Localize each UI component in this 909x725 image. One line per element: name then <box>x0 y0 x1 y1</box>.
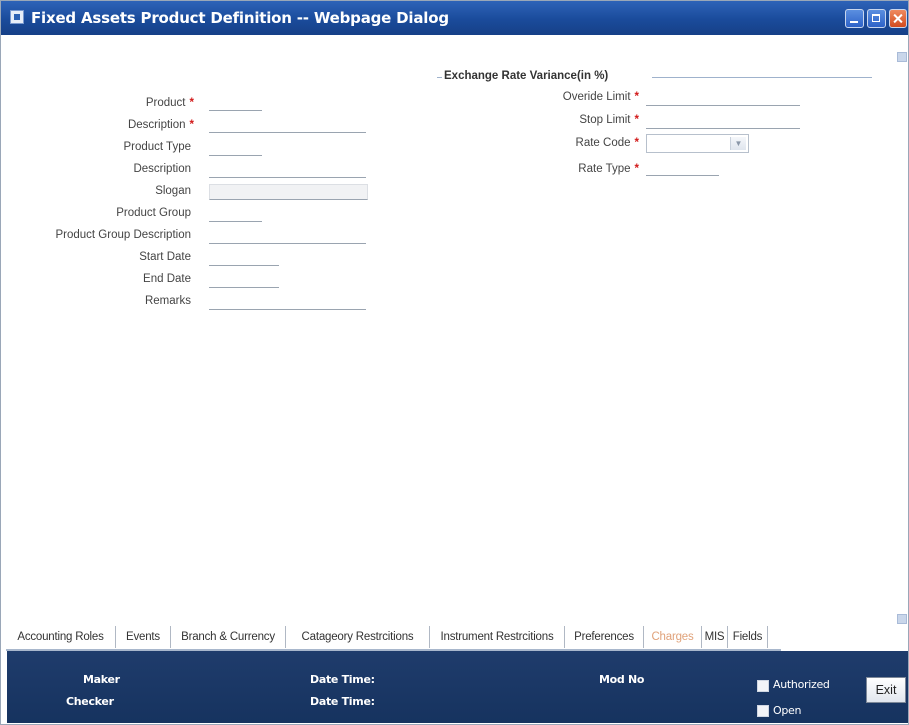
overide-limit-input[interactable] <box>646 93 800 106</box>
authorized-checkbox[interactable] <box>757 680 769 692</box>
slogan-label: Slogan <box>155 185 191 197</box>
end-date-label: End Date <box>143 273 191 285</box>
tab-instrument-restrcitions[interactable]: Instrument Restrcitions <box>430 626 565 648</box>
exit-button[interactable]: Exit <box>866 677 906 703</box>
type-description-input[interactable] <box>209 165 366 178</box>
overide-limit-label: Overide Limit * <box>562 91 639 103</box>
stop-limit-input[interactable] <box>646 116 800 129</box>
product-type-input[interactable] <box>209 143 262 156</box>
start-date-label: Start Date <box>139 251 191 263</box>
product-label: Product * <box>145 97 194 109</box>
product-type-label: Product Type <box>123 141 191 153</box>
stop-limit-label: Stop Limit * <box>579 114 639 126</box>
open-label: Open <box>773 704 802 717</box>
start-date-input[interactable] <box>209 253 279 266</box>
chevron-down-icon[interactable]: ▼ <box>730 137 746 150</box>
minimize-button[interactable] <box>845 9 864 28</box>
app-icon <box>10 10 24 24</box>
tab-preferences[interactable]: Preferences <box>565 626 644 648</box>
tab-fields[interactable]: Fields <box>728 626 768 648</box>
rate-code-select[interactable]: ▼ <box>646 134 749 153</box>
rate-type-input[interactable] <box>646 163 719 176</box>
product-input[interactable] <box>209 98 262 111</box>
open-checkbox[interactable] <box>757 705 769 717</box>
product-group-description-label: Product Group Description <box>55 229 191 241</box>
tab-branch-currency[interactable]: Branch & Currency <box>171 626 286 648</box>
maker-label: Maker <box>83 673 120 686</box>
mod-no-label: Mod No <box>599 673 645 686</box>
dialog-window <box>0 0 909 725</box>
scroll-up-icon[interactable] <box>897 52 907 62</box>
title-bar: Fixed Assets Product Definition -- Webpa… <box>1 1 908 35</box>
authorized-label: Authorized <box>773 678 830 691</box>
close-button[interactable] <box>889 9 907 28</box>
scroll-down-icon[interactable] <box>897 614 907 624</box>
remarks-label: Remarks <box>144 295 191 307</box>
window-title: Fixed Assets Product Definition -- Webpa… <box>31 9 449 27</box>
product-group-label: Product Group <box>116 207 191 219</box>
fieldset-border-left <box>437 77 442 78</box>
checker-label: Checker <box>66 695 114 708</box>
tab-catageory-restrcitions[interactable]: Catageory Restrcitions <box>286 626 430 648</box>
description-label: Description * <box>127 119 194 131</box>
description-input[interactable] <box>209 120 366 133</box>
slogan-input[interactable] <box>209 184 368 200</box>
tab-events[interactable]: Events <box>116 626 171 648</box>
exchange-rate-variance-legend: Exchange Rate Variance(in %) <box>444 70 609 82</box>
maximize-button[interactable] <box>867 9 886 28</box>
tab-charges[interactable]: Charges <box>644 626 702 648</box>
type-description-label: Description <box>133 163 191 175</box>
fieldset-border-right <box>652 77 872 78</box>
tab-accounting-roles[interactable]: Accounting Roles <box>6 626 116 648</box>
checker-date-time-label: Date Time: <box>310 695 375 708</box>
remarks-input[interactable] <box>209 297 366 310</box>
maker-date-time-label: Date Time: <box>310 673 375 686</box>
end-date-input[interactable] <box>209 275 279 288</box>
product-group-description-input[interactable] <box>209 231 366 244</box>
rate-type-label: Rate Type * <box>578 163 639 175</box>
tab-mis[interactable]: MIS <box>702 626 728 648</box>
product-group-input[interactable] <box>209 209 262 222</box>
rate-code-label: Rate Code * <box>575 137 639 149</box>
